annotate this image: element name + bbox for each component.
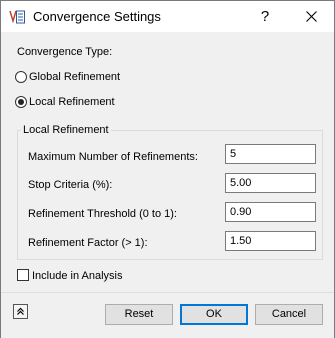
help-icon[interactable]: ? bbox=[242, 1, 288, 32]
convergence-type-label: Convergence Type: bbox=[17, 46, 113, 58]
local-refinement-group-title: Local Refinement bbox=[21, 124, 111, 136]
refinement-threshold-input[interactable] bbox=[225, 202, 316, 222]
double-chevron-up-icon[interactable] bbox=[13, 304, 28, 319]
global-refinement-radio[interactable] bbox=[15, 71, 27, 83]
reset-button[interactable]: Reset bbox=[105, 304, 173, 325]
dialog-window: Convergence Settings ? Convergence Type:… bbox=[0, 0, 335, 338]
local-refinement-label[interactable]: Local Refinement bbox=[29, 96, 115, 108]
global-refinement-label[interactable]: Global Refinement bbox=[29, 71, 120, 83]
convergence-settings-icon bbox=[9, 8, 27, 26]
max-refinements-input[interactable] bbox=[225, 144, 316, 164]
close-icon[interactable] bbox=[288, 1, 334, 32]
local-refinement-radio[interactable] bbox=[15, 96, 27, 108]
stop-criteria-input[interactable] bbox=[225, 173, 316, 193]
refinement-factor-input[interactable] bbox=[225, 231, 316, 251]
ok-button[interactable]: OK bbox=[180, 304, 248, 325]
include-in-analysis-checkbox[interactable] bbox=[17, 269, 29, 281]
cancel-button[interactable]: Cancel bbox=[255, 304, 323, 325]
max-refinements-label: Maximum Number of Refinements: bbox=[28, 151, 198, 163]
refinement-factor-label: Refinement Factor (> 1): bbox=[28, 237, 148, 249]
refinement-threshold-label: Refinement Threshold (0 to 1): bbox=[28, 208, 177, 220]
title-bar[interactable]: Convergence Settings ? bbox=[1, 1, 334, 32]
stop-criteria-label: Stop Criteria (%): bbox=[28, 179, 113, 191]
window-title: Convergence Settings bbox=[33, 9, 161, 24]
include-in-analysis-label[interactable]: Include in Analysis bbox=[32, 270, 123, 282]
